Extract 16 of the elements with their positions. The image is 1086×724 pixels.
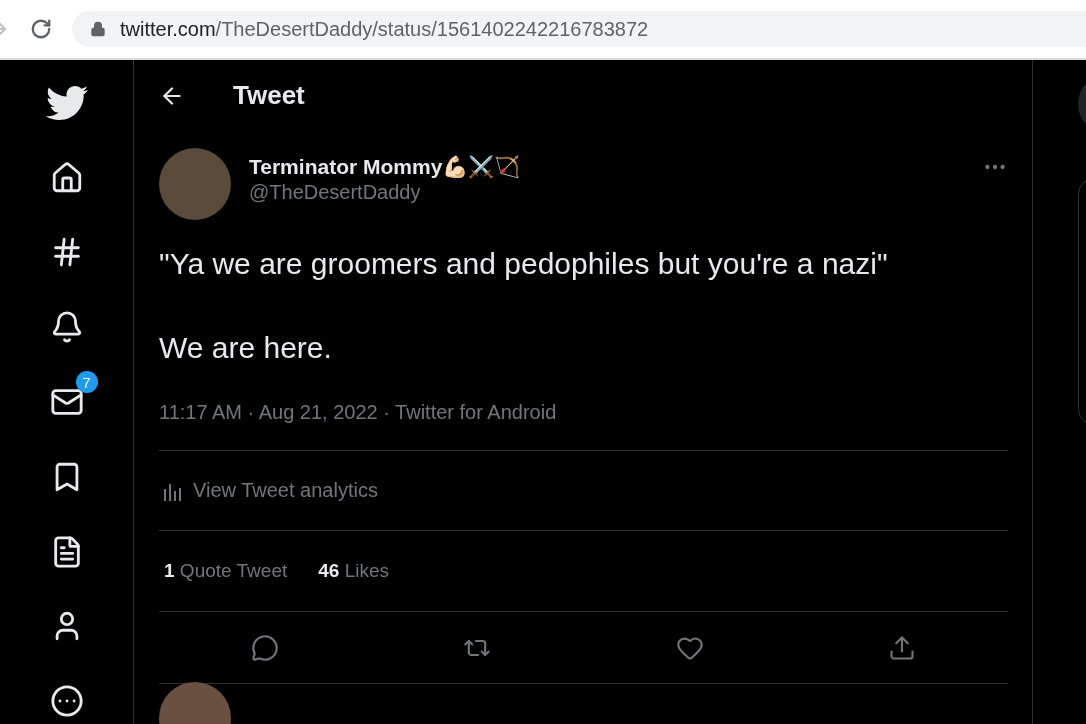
author-handle[interactable]: @TheDesertDaddy [249, 181, 964, 204]
engagement-stat[interactable]: 1 Quote Tweet [164, 560, 288, 582]
tweet-timestamp: 11:17 AM · Aug 21, 2022 · Twitter for Android [159, 401, 558, 424]
author-name[interactable]: Terminator Mommy💪🏻⚔🏹 [249, 155, 964, 179]
tweet-text: We are here. [159, 330, 333, 366]
url-text: twitter.com/TheDesertDaddy/status/1561402242216783872 [120, 17, 649, 41]
unread-count-badge: 7 [75, 371, 98, 394]
address-bar[interactable]: twitter.com/TheDesertDaddy/status/1561402242216783872 [72, 11, 1086, 47]
more-icon[interactable] [49, 684, 84, 719]
reload-icon[interactable] [30, 18, 52, 40]
engagement-stat[interactable]: 46 Likes [318, 560, 390, 582]
page-title: Tweet [233, 80, 305, 111]
tweet-text: "Ya we are groomers and pedophiles but you're a nazi" [159, 246, 889, 282]
reply-icon [251, 633, 280, 662]
lock-icon [90, 21, 106, 37]
analytics-link[interactable]: View Tweet analytics [159, 479, 378, 502]
